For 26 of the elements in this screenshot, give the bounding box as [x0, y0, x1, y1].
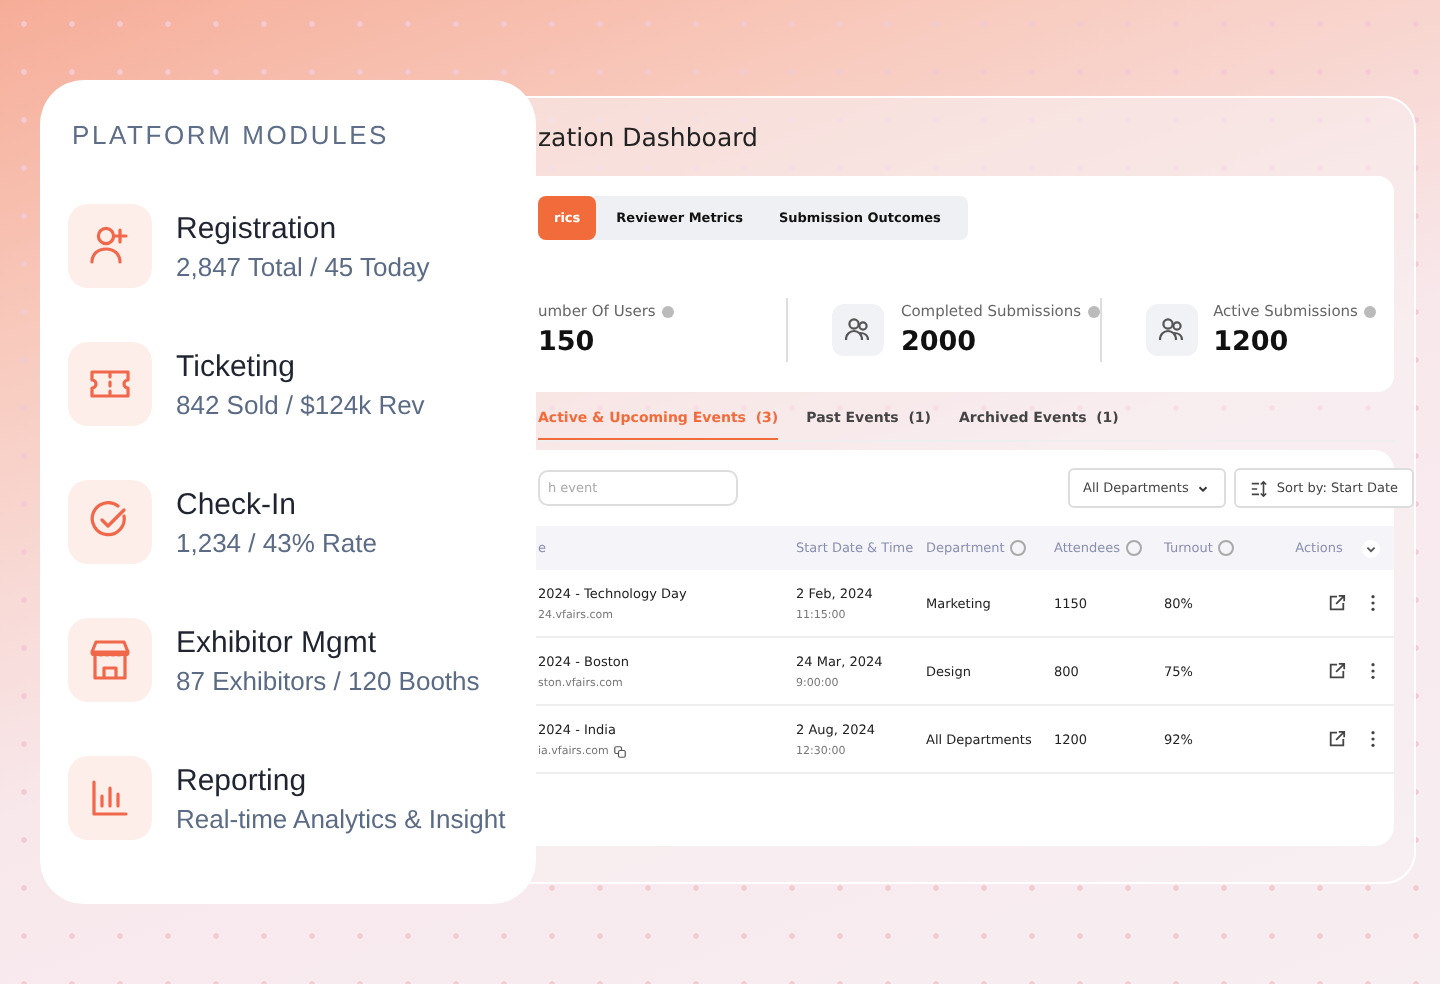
- module-stats: 2,847 Total / 45 Today: [176, 251, 430, 281]
- bar-chart-icon: [68, 756, 152, 840]
- sort-icon: [1250, 479, 1269, 497]
- dashboard-title: zation Dashboard: [538, 122, 760, 156]
- module-stats: 87 Exhibitors / 120 Booths: [176, 665, 480, 695]
- module-title: Exhibitor Mgmt: [176, 625, 379, 659]
- module-stats: Real-time Analytics & Insight: [176, 803, 506, 833]
- module-stats: 1,234 / 43% Rate: [176, 527, 377, 557]
- card-title: PLATFORM MODULES: [72, 120, 392, 150]
- copy-icon[interactable]: [614, 745, 627, 757]
- module-title: Reporting: [176, 763, 309, 797]
- storefront-icon: [68, 618, 152, 702]
- external-link-icon[interactable]: [1328, 730, 1346, 748]
- module-title: Registration: [176, 211, 339, 245]
- stat-value: 150: [538, 326, 597, 358]
- chevron-icon[interactable]: [1362, 539, 1381, 557]
- module-title: Check-In: [176, 487, 299, 521]
- module-stats: 842 Sold / $124k Rev: [176, 389, 425, 419]
- module-title: Ticketing: [176, 349, 297, 383]
- external-link-icon[interactable]: [1328, 594, 1346, 612]
- chevron-icon: [1196, 481, 1211, 495]
- user-plus-icon: [68, 204, 152, 288]
- stat-value: 2000: [900, 326, 979, 358]
- external-link-icon[interactable]: [1328, 662, 1346, 680]
- stat-value: 1200: [1213, 326, 1291, 358]
- ticket-icon: [68, 342, 152, 426]
